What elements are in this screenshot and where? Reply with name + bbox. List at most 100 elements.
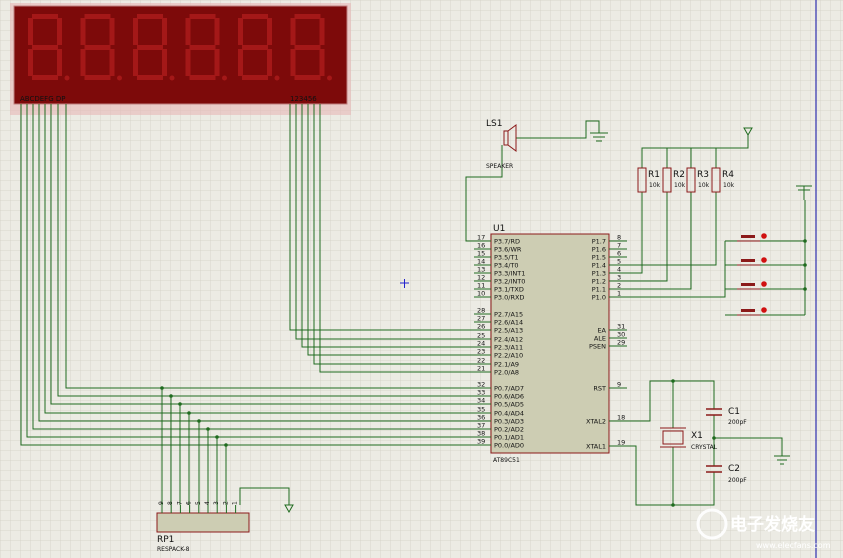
mcu-pin-number: 19: [617, 439, 625, 447]
mcu-pin-name: P3.7/RD: [494, 238, 520, 246]
mcu-pin-name: P1.6: [592, 246, 606, 254]
resistor-value: 10k: [698, 182, 710, 189]
mcu-pin-name: P2.6/A14: [494, 319, 523, 327]
mcu-ref: U1: [493, 224, 505, 234]
mcu-pin-number: 38: [477, 430, 485, 438]
speaker-value: SPEAKER: [486, 163, 513, 170]
respack-pin-number: 1: [232, 501, 239, 505]
mcu-pin-name: P0.2/AD2: [494, 426, 524, 434]
mcu-pin-name: XTAL2: [586, 418, 606, 426]
c1-value: 200pF: [728, 419, 747, 426]
mcu-pin-number: 10: [477, 290, 485, 298]
mcu-pin-number: 17: [477, 234, 485, 242]
display-segment-labels: ABCDEFG DP: [20, 95, 65, 103]
mcu-pin-name: P2.5/A13: [494, 327, 523, 335]
mcu-pin-number: 35: [477, 406, 485, 414]
mcu-pin-name: P3.4/T0: [494, 262, 519, 270]
mcu-pin-number: 24: [477, 340, 485, 348]
respack-pin-number: 6: [186, 501, 193, 505]
mcu-pin-number: 29: [617, 339, 625, 347]
mcu-pin-number: 11: [477, 282, 485, 290]
mcu-pin-name: PSEN: [589, 343, 606, 351]
mcu-pin-name: P2.7/A15: [494, 311, 523, 319]
mcu-pin-number: 37: [477, 422, 485, 430]
mcu-pin-name: ALE: [594, 335, 606, 343]
mcu-pin-number: 34: [477, 397, 485, 405]
mcu-pin-number: 8: [617, 234, 621, 242]
c1-ref: C1: [728, 407, 740, 417]
respack-pin-number: 2: [222, 501, 229, 505]
resistor-value: 10k: [649, 182, 661, 189]
mcu-pin-number: 26: [477, 323, 485, 331]
mcu-part: AT89C51: [493, 457, 520, 464]
seven-segment-display[interactable]: ABCDEFG DP 123456: [10, 3, 351, 115]
respack-pin-number: 3: [213, 501, 220, 505]
mcu-pin-number: 27: [477, 315, 485, 323]
mcu-pin-name: P1.3: [592, 270, 606, 278]
schematic-canvas: ABCDEFG DP 123456 LS1 SPEAKER U1 AT89C51…: [0, 0, 843, 558]
mcu-pin-name: P2.1/A9: [494, 361, 519, 369]
mcu-pin-number: 21: [477, 365, 485, 373]
mcu-pin-number: 3: [617, 274, 621, 282]
mcu-pin-name: P1.7: [592, 238, 606, 246]
mcu-pin-number: 4: [617, 266, 621, 274]
mcu-pin-number: 31: [617, 323, 625, 331]
mcu-pin-name: P1.2: [592, 278, 606, 286]
mcu-pin-name: P1.5: [592, 254, 606, 262]
mcu-pin-name: P3.6/WR: [494, 246, 522, 254]
mcu-pin-number: 30: [617, 331, 625, 339]
resistor-ref: R2: [673, 170, 685, 180]
resistor-ref: R4: [722, 170, 734, 180]
speaker-ref: LS1: [486, 119, 502, 129]
mcu-pin-number: 28: [477, 307, 485, 315]
mcu-pin-number: 1: [617, 290, 621, 298]
mcu-pin-name: P1.1: [592, 286, 606, 294]
mcu-pin-number: 39: [477, 438, 485, 446]
mcu-pin-name: P2.2/A10: [494, 352, 523, 360]
mcu-u1[interactable]: U1 AT89C51 17 P3.7/RD16 P3.6/WR15 P3.5/T114…: [474, 224, 627, 464]
mcu-pin-number: 9: [617, 381, 621, 389]
resistor-ref: R3: [697, 170, 709, 180]
resistor-ref: R1: [648, 170, 660, 180]
mcu-pin-name: P2.3/A11: [494, 344, 523, 352]
mcu-pin-number: 14: [477, 258, 485, 266]
respack-pin-number: 8: [167, 501, 174, 505]
display-digit-labels: 123456: [290, 95, 317, 103]
watermark-url: www.elecfans.com: [756, 541, 831, 550]
mcu-pin-number: 22: [477, 357, 485, 365]
mcu-pin-name: P0.7/AD7: [494, 385, 524, 393]
mcu-pin-name: P1.0: [592, 294, 606, 302]
mcu-pin-name: P0.6/AD6: [494, 393, 524, 401]
crystal-ref: X1: [691, 431, 703, 441]
crystal-value: CRYSTAL: [691, 444, 718, 451]
watermark-logo-text: 电子发烧友: [730, 514, 815, 535]
mcu-pin-number: 7: [617, 242, 621, 250]
resistor-value: 10k: [723, 182, 735, 189]
mcu-pin-name: P0.1/AD1: [494, 434, 524, 442]
mcu-pin-number: 18: [617, 414, 625, 422]
mcu-pin-name: XTAL1: [586, 443, 606, 451]
mcu-pin-number: 5: [617, 258, 621, 266]
mcu-pin-name: P3.2/INT0: [494, 278, 525, 286]
mcu-pin-name: P0.5/AD5: [494, 401, 524, 409]
resistor-value: 10k: [674, 182, 686, 189]
mcu-pin-number: 23: [477, 348, 485, 356]
mcu-pin-number: 36: [477, 414, 485, 422]
respack-pin-number: 9: [158, 501, 165, 505]
respack-value: RESPACK-8: [157, 546, 190, 553]
mcu-pin-name: EA: [597, 327, 606, 335]
mcu-pin-name: P3.3/INT1: [494, 270, 525, 278]
mcu-pin-name: P0.0/AD0: [494, 442, 524, 450]
respack-pin-number: 5: [195, 501, 202, 505]
mcu-pin-number: 32: [477, 381, 485, 389]
mcu-pin-number: 15: [477, 250, 485, 258]
mcu-pin-name: P3.0/RXD: [494, 294, 524, 302]
mcu-pin-number: 2: [617, 282, 621, 290]
mcu-pin-name: P2.0/A8: [494, 369, 519, 377]
mcu-pin-name: P1.4: [592, 262, 606, 270]
mcu-pin-name: P0.3/AD3: [494, 418, 524, 426]
respack-pin-number: 7: [176, 501, 183, 505]
mcu-pin-name: P3.1/TXD: [494, 286, 524, 294]
respack-pin-number: 4: [204, 501, 211, 505]
mcu-pin-number: 25: [477, 332, 485, 340]
